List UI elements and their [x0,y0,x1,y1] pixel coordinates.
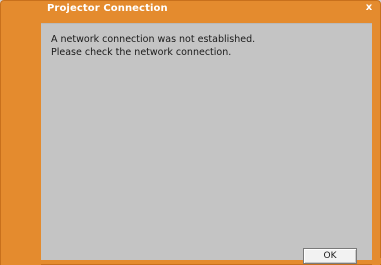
close-icon[interactable]: x [363,2,375,14]
frame-right-border [372,23,380,265]
frame-left-accent [1,23,41,265]
title-bar[interactable]: Projector Connection x [1,1,380,23]
error-message-line-2: Please check the network connection. [51,47,232,58]
dialog-content-area: A network connection was not established… [41,23,372,264]
error-message-line-1: A network connection was not established… [51,34,256,45]
dialog-title: Projector Connection [47,3,168,14]
ok-button[interactable]: OK [303,248,357,264]
error-message: A network connection was not established… [51,33,255,59]
projector-connection-dialog: Projector Connection x A network connect… [0,0,381,265]
